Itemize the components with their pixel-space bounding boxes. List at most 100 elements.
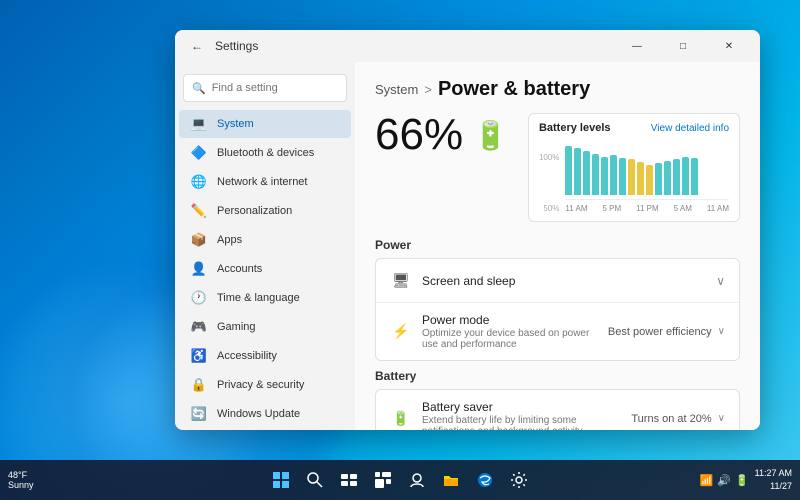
battery-saver-icon: 🔋 xyxy=(390,408,412,430)
close-button[interactable]: ✕ xyxy=(706,30,752,62)
sidebar-item-bluetooth[interactable]: 🔷 Bluetooth & devices xyxy=(179,139,351,167)
taskbar-center xyxy=(267,466,533,494)
sidebar-item-label-accessibility: Accessibility xyxy=(217,350,277,362)
sidebar-item-update[interactable]: 🔄 Windows Update xyxy=(179,400,351,428)
label-11am: 11 AM xyxy=(565,204,587,213)
chart-bars xyxy=(565,140,729,200)
sidebar-item-label-privacy: Privacy & security xyxy=(217,379,304,391)
battery-saver-row[interactable]: 🔋 Battery saver Extend battery life by l… xyxy=(376,390,739,430)
sidebar-item-privacy[interactable]: 🔒 Privacy & security xyxy=(179,371,351,399)
chart-bar xyxy=(601,157,608,196)
sidebar-item-label-system: System xyxy=(217,118,254,130)
time-icon: 🕐 xyxy=(191,290,207,306)
screen-sleep-row[interactable]: 🖥 Screen and sleep ∨ xyxy=(376,259,739,303)
personalization-icon: ✏️ xyxy=(191,203,207,219)
sidebar-item-network[interactable]: 🌐 Network & internet xyxy=(179,168,351,196)
view-detailed-link[interactable]: View detailed info xyxy=(651,123,729,134)
time-display: 11:27 AM 11/27 xyxy=(755,467,792,492)
power-mode-row[interactable]: ⚡ Power mode Optimize your device based … xyxy=(376,303,739,360)
search-box[interactable]: 🔍 xyxy=(183,74,347,102)
settings-window: ← Settings — □ ✕ 🔍 💻 System xyxy=(175,30,760,430)
battery-section-title: Battery xyxy=(375,369,740,383)
power-mode-label: Power mode xyxy=(422,313,608,327)
top-section: 66% 🔋 Battery levels View detailed info … xyxy=(375,113,740,222)
privacy-icon: 🔒 xyxy=(191,377,207,393)
taskbar-right: 📶 🔊 🔋 11:27 AM 11/27 xyxy=(700,467,792,492)
chart-bar xyxy=(646,165,653,195)
desktop: ← Settings — □ ✕ 🔍 💻 System xyxy=(0,0,800,500)
sidebar-item-accounts[interactable]: 👤 Accounts xyxy=(179,255,351,283)
battery-saver-control[interactable]: Turns on at 20% ∨ xyxy=(631,413,725,425)
page-heading: Power & battery xyxy=(438,78,590,101)
percent-50: 50% xyxy=(539,204,559,213)
maximize-button[interactable]: □ xyxy=(660,30,706,62)
clock-date: 11/27 xyxy=(755,480,792,493)
chart-bar xyxy=(664,161,671,195)
search-input[interactable] xyxy=(212,82,354,94)
sidebar-item-system[interactable]: 💻 System xyxy=(179,110,351,138)
chart-bar xyxy=(628,159,635,195)
chart-time-labels: 11 AM 5 PM 11 PM 5 AM 11 AM xyxy=(565,204,729,213)
widgets-button[interactable] xyxy=(369,466,397,494)
battery-percent-value: 66% xyxy=(375,113,463,157)
search-taskbar-button[interactable] xyxy=(301,466,329,494)
sidebar-item-accessibility[interactable]: ♿ Accessibility xyxy=(179,342,351,370)
power-mode-text: Power mode Optimize your device based on… xyxy=(422,313,608,350)
chart-bar xyxy=(619,158,626,195)
label-11pm: 11 PM xyxy=(636,204,659,213)
power-mode-control[interactable]: Best power efficiency ∨ xyxy=(608,326,725,338)
battery-percentage-display: 66% 🔋 xyxy=(375,113,508,157)
chart-bar xyxy=(592,154,599,195)
title-bar: ← Settings — □ ✕ xyxy=(175,30,760,62)
back-button[interactable]: ← xyxy=(187,36,207,56)
chart-bar xyxy=(691,158,698,195)
clock-time: 11:27 AM xyxy=(755,467,792,480)
sidebar-item-gaming[interactable]: 🎮 Gaming xyxy=(179,313,351,341)
screen-sleep-chevron: ∨ xyxy=(716,274,725,288)
battery-saver-text: Battery saver Extend battery life by lim… xyxy=(422,400,631,430)
sidebar-item-apps[interactable]: 📦 Apps xyxy=(179,226,351,254)
apps-icon: 📦 xyxy=(191,232,207,248)
accessibility-icon: ♿ xyxy=(191,348,207,364)
window-controls: — □ ✕ xyxy=(614,30,752,62)
battery-chart: Battery levels View detailed info 100% 5… xyxy=(528,113,740,222)
sidebar-item-label-gaming: Gaming xyxy=(217,321,256,333)
edge-browser-button[interactable] xyxy=(471,466,499,494)
title-bar-left: ← Settings xyxy=(187,36,258,56)
percent-100: 100% xyxy=(539,153,559,162)
sidebar-item-personalization[interactable]: ✏️ Personalization xyxy=(179,197,351,225)
screen-sleep-text: Screen and sleep xyxy=(422,274,716,288)
sidebar-item-label-accounts: Accounts xyxy=(217,263,262,275)
settings-taskbar-button[interactable] xyxy=(505,466,533,494)
content-area: 🔍 💻 System 🔷 Bluetooth & devices 🌐 Netwo… xyxy=(175,62,760,430)
taskbar-left: 48°F Sunny xyxy=(8,470,34,490)
sidebar-item-time[interactable]: 🕐 Time & language xyxy=(179,284,351,312)
system-icon: 💻 xyxy=(191,116,207,132)
window-title: Settings xyxy=(215,39,258,53)
start-button[interactable] xyxy=(267,466,295,494)
screen-sleep-icon: 🖥 xyxy=(390,270,412,292)
minimize-button[interactable]: — xyxy=(614,30,660,62)
power-mode-desc: Optimize your device based on power use … xyxy=(422,328,608,350)
chart-bar xyxy=(574,148,581,195)
task-view-button[interactable] xyxy=(335,466,363,494)
battery-icon: 🔋 xyxy=(473,119,508,152)
battery-tray-icon: 🔋 xyxy=(735,474,749,487)
screen-sleep-control: ∨ xyxy=(716,274,725,288)
battery-saver-dropdown-arrow: ∨ xyxy=(718,413,725,424)
chart-bar xyxy=(565,146,572,196)
chat-button[interactable] xyxy=(403,466,431,494)
gaming-icon: 🎮 xyxy=(191,319,207,335)
sidebar-item-label-personalization: Personalization xyxy=(217,205,292,217)
breadcrumb-arrow: > xyxy=(424,82,432,97)
chart-bar xyxy=(610,155,617,195)
system-tray: 📶 🔊 🔋 xyxy=(700,474,749,487)
file-explorer-button[interactable] xyxy=(437,466,465,494)
battery-settings-row: 🔋 Battery saver Extend battery life by l… xyxy=(375,389,740,430)
chart-title: Battery levels xyxy=(539,122,611,134)
weather-info: 48°F Sunny xyxy=(8,470,34,490)
search-icon: 🔍 xyxy=(192,82,206,95)
chart-bar xyxy=(583,151,590,195)
label-11am2: 11 AM xyxy=(707,204,729,213)
bluetooth-icon: 🔷 xyxy=(191,145,207,161)
